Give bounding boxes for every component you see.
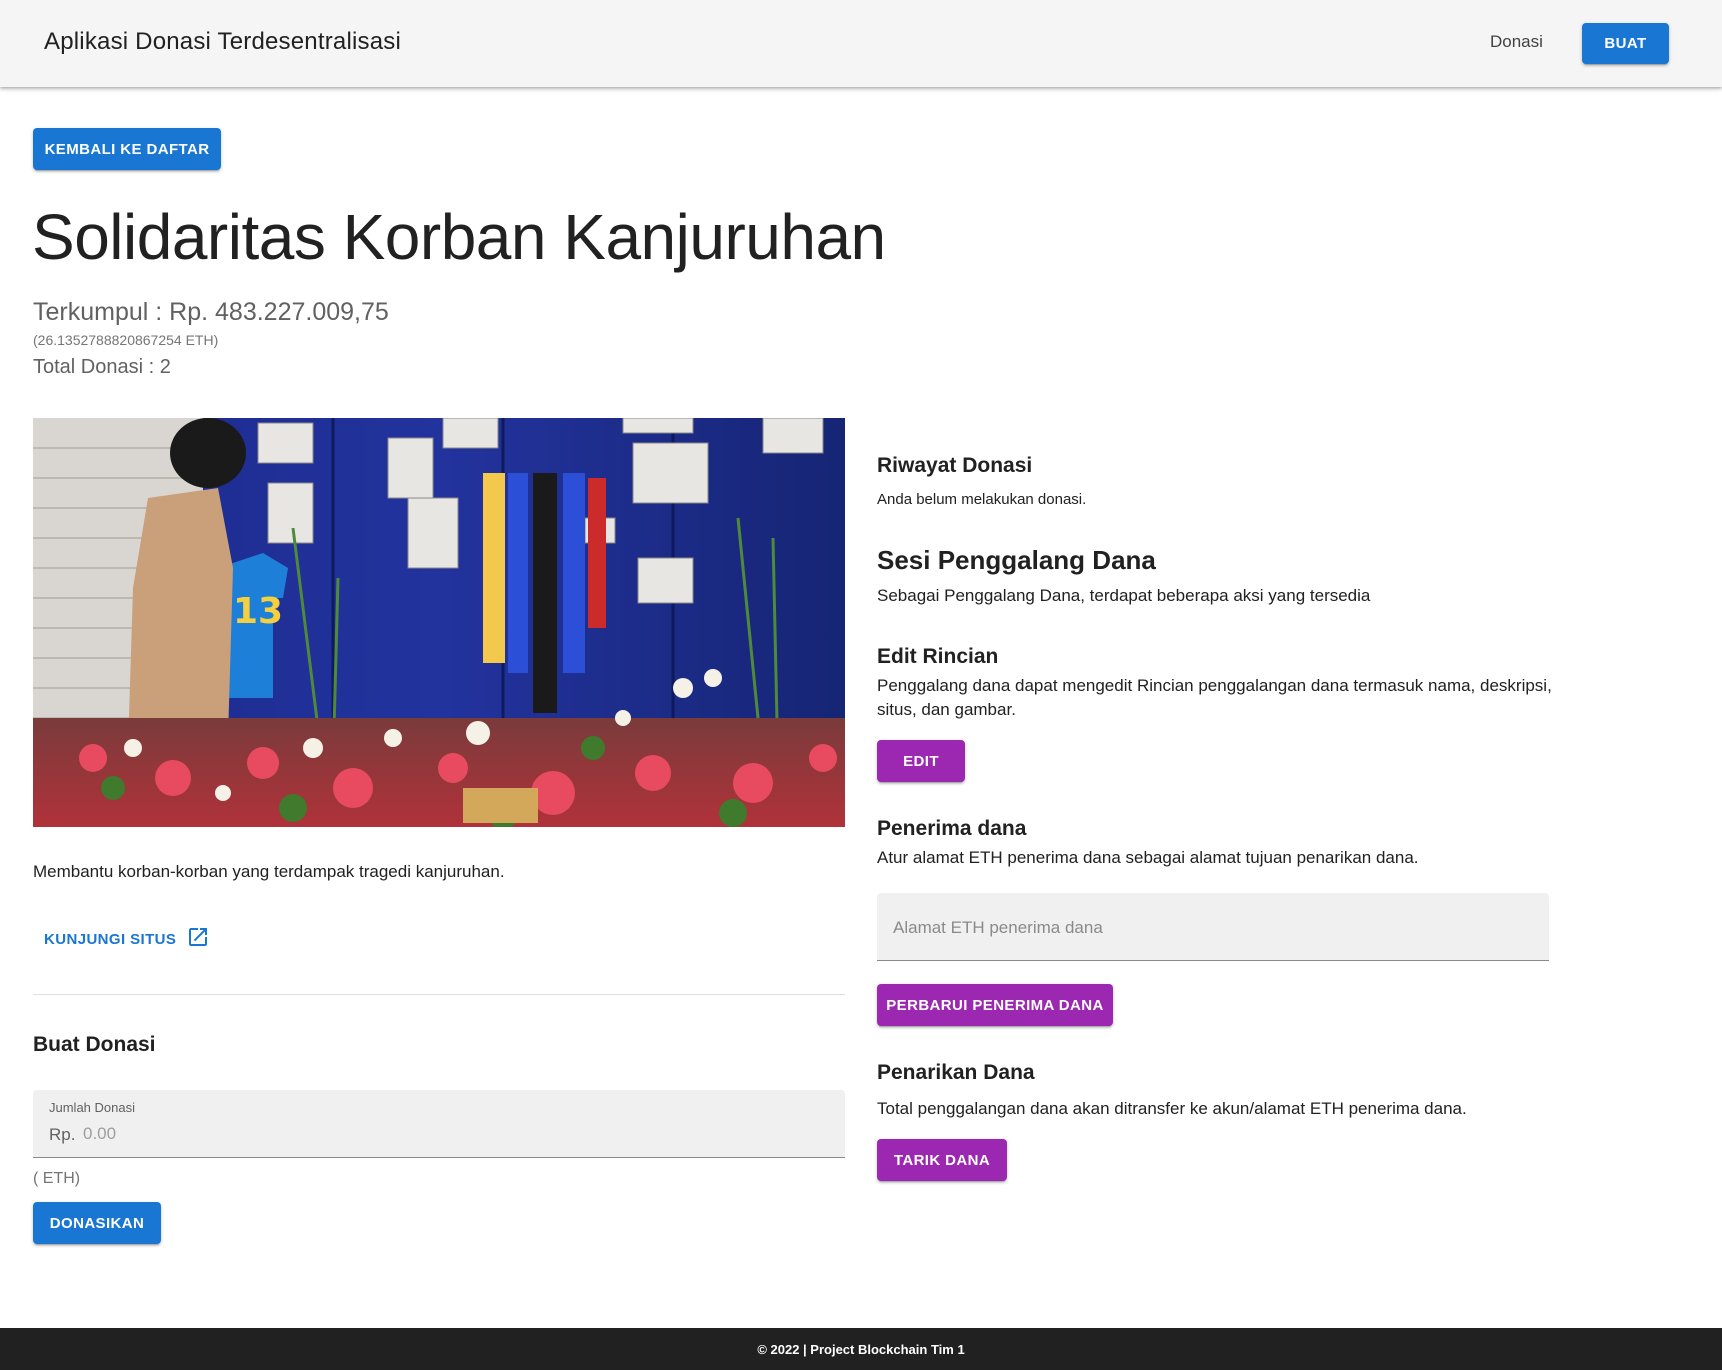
collected-amount: Terkumpul : Rp. 483.227.009,75 [33,298,389,326]
back-to-list-button[interactable]: KEMBALI KE DAFTAR [33,128,221,170]
donation-eth-equivalent: ( ETH) [33,1170,81,1187]
svg-text:13: 13 [233,591,283,632]
donation-amount-field[interactable]: Jumlah Donasi Rp. [33,1090,845,1158]
total-donations: Total Donasi : 2 [33,356,171,378]
fundraiser-heading: Sesi Penggalang Dana [877,545,1156,575]
donation-amount-input[interactable] [83,1122,783,1146]
currency-prefix: Rp. [49,1125,76,1144]
recipient-heading: Penerima dana [877,817,1027,840]
donate-button[interactable]: DONASIKAN [33,1202,161,1244]
edit-details-heading: Edit Rincian [877,645,999,668]
buat-button[interactable]: BUAT [1582,23,1669,64]
app-bar: Aplikasi Donasi Terdesentralisasi Donasi… [0,0,1722,87]
edit-button[interactable]: EDIT [877,740,965,782]
history-heading: Riwayat Donasi [877,454,1033,477]
withdraw-text: Total penggalangan dana akan ditransfer … [877,1099,1467,1118]
fundraiser-subtitle: Sebagai Penggalang Dana, terdapat bebera… [877,586,1371,605]
campaign-description: Membantu korban-korban yang terdampak tr… [33,862,505,881]
section-divider [33,994,845,995]
donation-amount-label: Jumlah Donasi [49,1100,135,1115]
collected-eth: (26.1352788820867254 ETH) [33,332,219,348]
nav-donasi-link[interactable]: Donasi [1490,32,1543,52]
withdraw-heading: Penarikan Dana [877,1061,1035,1084]
recipient-text: Atur alamat ETH penerima dana sebagai al… [877,848,1419,867]
app-title: Aplikasi Donasi Terdesentralisasi [44,28,401,55]
recipient-address-input[interactable] [893,915,1533,941]
footer: © 2022 | Project Blockchain Tim 1 [0,1328,1722,1370]
history-empty-text: Anda belum melakukan donasi. [877,491,1087,508]
withdraw-button[interactable]: TARIK DANA [877,1139,1007,1181]
recipient-address-field[interactable] [877,893,1549,961]
campaign-image: 13 [33,418,845,827]
donate-heading: Buat Donasi [33,1033,156,1056]
open-in-new-icon [186,925,210,953]
page-title: Solidaritas Korban Kanjuruhan [32,201,886,273]
footer-text: © 2022 | Project Blockchain Tim 1 [757,1341,965,1357]
edit-details-text: Penggalang dana dapat mengedit Rincian p… [877,676,1552,719]
visit-site-link[interactable]: KUNJUNGI SITUS [33,924,221,954]
update-recipient-button[interactable]: PERBARUI PENERIMA DANA [877,984,1113,1026]
visit-site-label: KUNJUNGI SITUS [44,930,177,948]
